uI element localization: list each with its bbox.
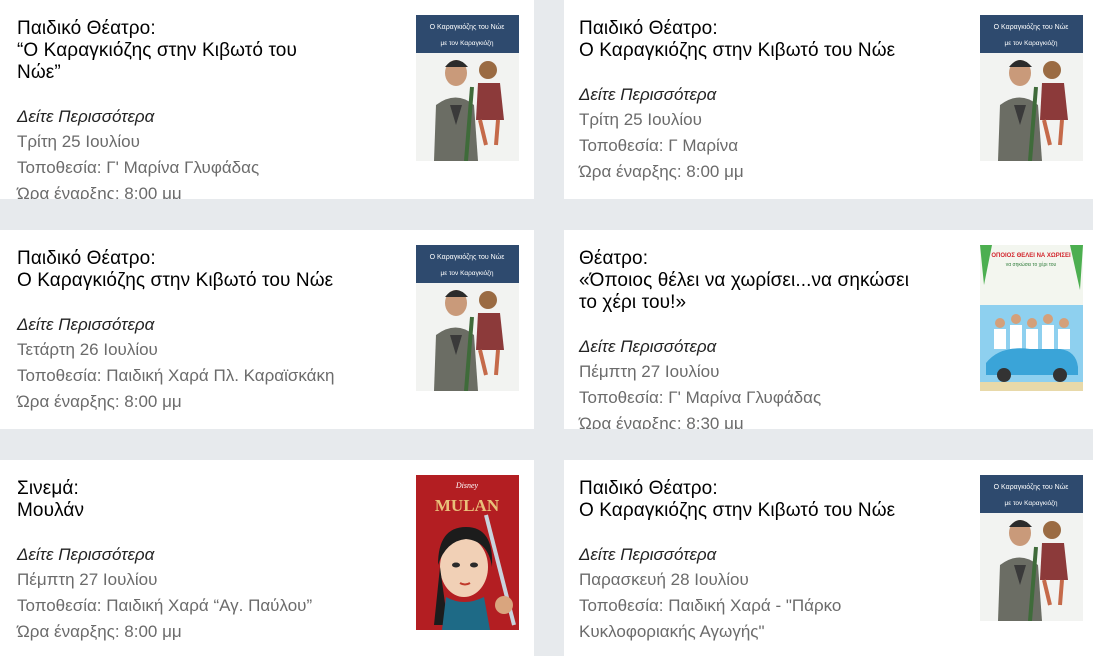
event-time: Ώρα έναρξης: 8:00 μμ <box>579 162 744 181</box>
svg-text:με τον Καραγκιόζη: με τον Καραγκιόζη <box>1005 39 1058 47</box>
poster-image: Ο Καραγκιόζης του Νώε με τον Καραγκιόζη <box>416 245 519 391</box>
event-date: Πέμπτη 27 Ιουλίου <box>579 362 720 381</box>
event-time: Ώρα έναρξης: 8:00 μμ <box>17 392 182 411</box>
event-card[interactable]: Σινεμά: Μουλάν Δείτε Περισσότερα Πέμπτη … <box>0 460 534 656</box>
event-card[interactable]: Παιδικό Θέατρο: Ο Καραγκιόζης στην Κιβωτ… <box>564 460 1093 656</box>
event-card[interactable]: Παιδικό Θέατρο: Ο Καραγκιόζης στην Κιβωτ… <box>564 0 1093 199</box>
poster-image: Disney MULAN <box>416 475 519 630</box>
svg-text:MULAN: MULAN <box>435 496 500 515</box>
see-more-link[interactable]: Δείτε Περισσότερα <box>17 545 154 565</box>
svg-text:ΟΠΟΙΟΣ ΘΕΛΕΙ ΝΑ ΧΩΡΙΣΕΙ: ΟΠΟΙΟΣ ΘΕΛΕΙ ΝΑ ΧΩΡΙΣΕΙ <box>991 253 1071 259</box>
event-category: Παιδικό Θέατρο: <box>579 478 718 499</box>
event-location: Τοποθεσία: Παιδική Χαρά “Αγ. Παύλου” <box>17 596 313 615</box>
mulan-poster[interactable]: Disney MULAN <box>416 475 519 630</box>
event-location: Τοποθεσία: Γ' Μαρίνα Γλυφάδας <box>579 388 822 407</box>
event-title[interactable]: Θέατρο: «Όποιος θέλει να χωρίσει...να ση… <box>579 248 959 314</box>
event-category: Παιδικό Θέατρο: <box>17 248 156 269</box>
see-more-link[interactable]: Δείτε Περισσότερα <box>17 107 154 127</box>
event-title-line: “Ο Καραγκιόζης στην Κιβωτό του <box>17 40 297 61</box>
event-category: Θέατρο: <box>579 248 649 269</box>
svg-text:με τον Καραγκιόζη: με τον Καραγκιόζη <box>441 39 494 47</box>
event-location: Τοποθεσία: Γ Μαρίνα <box>579 136 739 155</box>
see-more-link[interactable]: Δείτε Περισσότερα <box>579 545 716 565</box>
event-title[interactable]: Σινεμά: Μουλάν <box>17 478 397 522</box>
event-title-line: Ο Καραγκιόζης στην Κιβωτό του Νώε <box>579 40 896 61</box>
poster-image: Ο Καραγκιόζης του Νώε με τον Καραγκιόζη <box>980 15 1083 161</box>
event-title-line: Μουλάν <box>17 500 85 521</box>
svg-text:Ο Καραγκιόζης του Νώε: Ο Καραγκιόζης του Νώε <box>430 253 505 261</box>
event-title-line: Ο Καραγκιόζης στην Κιβωτό του Νώε <box>17 270 334 291</box>
svg-text:Ο Καραγκιόζης του Νώε: Ο Καραγκιόζης του Νώε <box>430 23 505 31</box>
karagiozis-poster[interactable]: Ο Καραγκιόζης του Νώε με τον Καραγκιόζη <box>980 475 1083 621</box>
svg-text:με τον Καραγκιόζη: με τον Καραγκιόζη <box>1005 499 1058 507</box>
event-title-line: Ο Καραγκιόζης στην Κιβωτό του Νώε <box>579 500 896 521</box>
event-location-cont: Κυκλοφοριακής Αγωγής" <box>579 622 765 641</box>
event-title-line: «Όποιος θέλει να χωρίσει...να σηκώσει <box>579 270 910 291</box>
event-title-line: Νώε” <box>17 62 61 83</box>
svg-text:να σηκώσει το χέρι του: να σηκώσει το χέρι του <box>1006 261 1057 268</box>
see-more-link[interactable]: Δείτε Περισσότερα <box>17 315 154 335</box>
event-date: Τετάρτη 26 Ιουλίου <box>17 340 158 359</box>
svg-text:Ο Καραγκιόζης του Νώε: Ο Καραγκιόζης του Νώε <box>994 483 1069 491</box>
event-title[interactable]: Παιδικό Θέατρο: Ο Καραγκιόζης στην Κιβωτ… <box>17 248 397 292</box>
event-title[interactable]: Παιδικό Θέατρο: “Ο Καραγκιόζης στην Κιβω… <box>17 18 397 84</box>
event-title[interactable]: Παιδικό Θέατρο: Ο Καραγκιόζης στην Κιβωτ… <box>579 478 959 522</box>
svg-text:με τον Καραγκιόζη: με τον Καραγκιόζη <box>441 269 494 277</box>
svg-text:Disney: Disney <box>455 481 479 490</box>
event-title[interactable]: Παιδικό Θέατρο: Ο Καραγκιόζης στην Κιβωτ… <box>579 18 959 62</box>
event-date: Τρίτη 25 Ιουλίου <box>579 110 702 129</box>
event-category: Παιδικό Θέατρο: <box>579 18 718 39</box>
event-location: Τοποθεσία: Παιδική Χαρά Πλ. Καραϊσκάκη <box>17 366 335 385</box>
event-location: Τοποθεσία: Παιδική Χαρά - "Πάρκο <box>579 596 842 615</box>
poster-image: ΟΠΟΙΟΣ ΘΕΛΕΙ ΝΑ ΧΩΡΙΣΕΙ να σηκώσει το χέ… <box>980 245 1083 391</box>
event-date: Πέμπτη 27 Ιουλίου <box>17 570 158 589</box>
event-location: Τοποθεσία: Γ' Μαρίνα Γλυφάδας <box>17 158 260 177</box>
event-time: Ώρα έναρξης: 8:00 μμ <box>17 184 182 199</box>
event-time: Ώρα έναρξης: 8:30 μμ <box>579 414 744 429</box>
event-category: Σινεμά: <box>17 478 79 499</box>
event-card[interactable]: Θέατρο: «Όποιος θέλει να χωρίσει...να ση… <box>564 230 1093 429</box>
event-date: Παρασκευή 28 Ιουλίου <box>579 570 749 589</box>
event-card[interactable]: Παιδικό Θέατρο: “Ο Καραγκιόζης στην Κιβω… <box>0 0 534 199</box>
poster-image: Ο Καραγκιόζης του Νώε με τον Καραγκιόζη <box>416 15 519 161</box>
event-date: Τρίτη 25 Ιουλίου <box>17 132 140 151</box>
karagiozis-poster[interactable]: Ο Καραγκιόζης του Νώε με τον Καραγκιόζη <box>416 15 519 161</box>
event-time: Ώρα έναρξης: 8:00 μμ <box>17 622 182 641</box>
event-category: Παιδικό Θέατρο: <box>17 18 156 39</box>
svg-text:Ο Καραγκιόζης του Νώε: Ο Καραγκιόζης του Νώε <box>994 23 1069 31</box>
event-card[interactable]: Παιδικό Θέατρο: Ο Καραγκιόζης στην Κιβωτ… <box>0 230 534 429</box>
poster-image: Ο Καραγκιόζης του Νώε με τον Καραγκιόζη <box>980 475 1083 621</box>
event-title-line: το χέρι του!» <box>579 292 687 313</box>
see-more-link[interactable]: Δείτε Περισσότερα <box>579 337 716 357</box>
karagiozis-poster[interactable]: Ο Καραγκιόζης του Νώε με τον Καραγκιόζη <box>980 15 1083 161</box>
karagiozis-poster[interactable]: Ο Καραγκιόζης του Νώε με τον Καραγκιόζη <box>416 245 519 391</box>
see-more-link[interactable]: Δείτε Περισσότερα <box>579 85 716 105</box>
comedy-poster[interactable]: ΟΠΟΙΟΣ ΘΕΛΕΙ ΝΑ ΧΩΡΙΣΕΙ να σηκώσει το χέ… <box>980 245 1083 391</box>
